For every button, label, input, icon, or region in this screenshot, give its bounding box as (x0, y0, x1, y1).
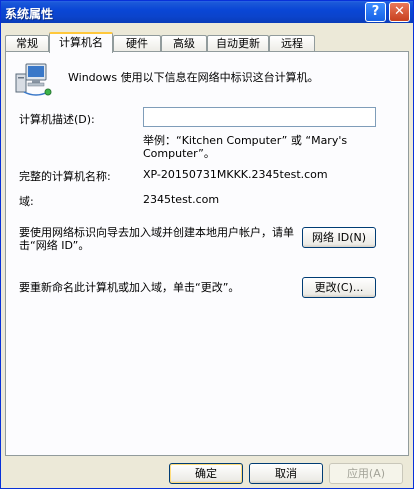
title-bar[interactable]: 系统属性 ? ✕ (1, 1, 413, 23)
tab-automatic-updates[interactable]: 自动更新 (207, 35, 269, 52)
tab-advanced[interactable]: 高级 (161, 35, 207, 52)
system-properties-window: 系统属性 ? ✕ 常规 计算机名 硬件 高级 自动更新 远程 Windows 使… (0, 0, 414, 489)
computer-network-icon (15, 63, 52, 96)
network-id-button[interactable]: 网络 ID(N) (302, 227, 376, 248)
full-name-label: 完整的计算机名称: (19, 170, 111, 183)
intro-text: Windows 使用以下信息在网络中标识这台计算机。 (68, 71, 319, 84)
computer-name-panel: Windows 使用以下信息在网络中标识这台计算机。 计算机描述(D): 举例：… (5, 51, 409, 456)
domain-label: 域: (19, 195, 34, 208)
tab-general[interactable]: 常规 (5, 35, 49, 52)
tab-computer-name[interactable]: 计算机名 (49, 32, 113, 53)
close-button[interactable]: ✕ (389, 2, 410, 22)
rename-text: 要重新命名此计算机或加入域，单击“更改”。 (19, 281, 240, 294)
tab-remote[interactable]: 远程 (269, 35, 315, 52)
help-button[interactable]: ? (365, 2, 386, 22)
network-id-text: 要使用网络标识向导去加入域并创建本地用户帐户，请单击“网络 ID”。 (19, 226, 294, 252)
computer-description-input[interactable] (143, 107, 376, 127)
domain-value: 2345test.com (143, 193, 220, 206)
window-title: 系统属性 (5, 7, 54, 21)
full-name-value: XP-20150731MKKK.2345test.com (143, 168, 328, 181)
apply-button[interactable]: 应用(A) (329, 463, 403, 484)
ok-button[interactable]: 确定 (169, 463, 243, 484)
description-label: 计算机描述(D): (19, 113, 95, 126)
cancel-button[interactable]: 取消 (249, 463, 323, 484)
tab-hardware[interactable]: 硬件 (113, 35, 161, 52)
example-text: 举例：“Kitchen Computer” 或 “Mary's Computer… (143, 134, 348, 160)
change-button[interactable]: 更改(C)... (302, 277, 376, 298)
